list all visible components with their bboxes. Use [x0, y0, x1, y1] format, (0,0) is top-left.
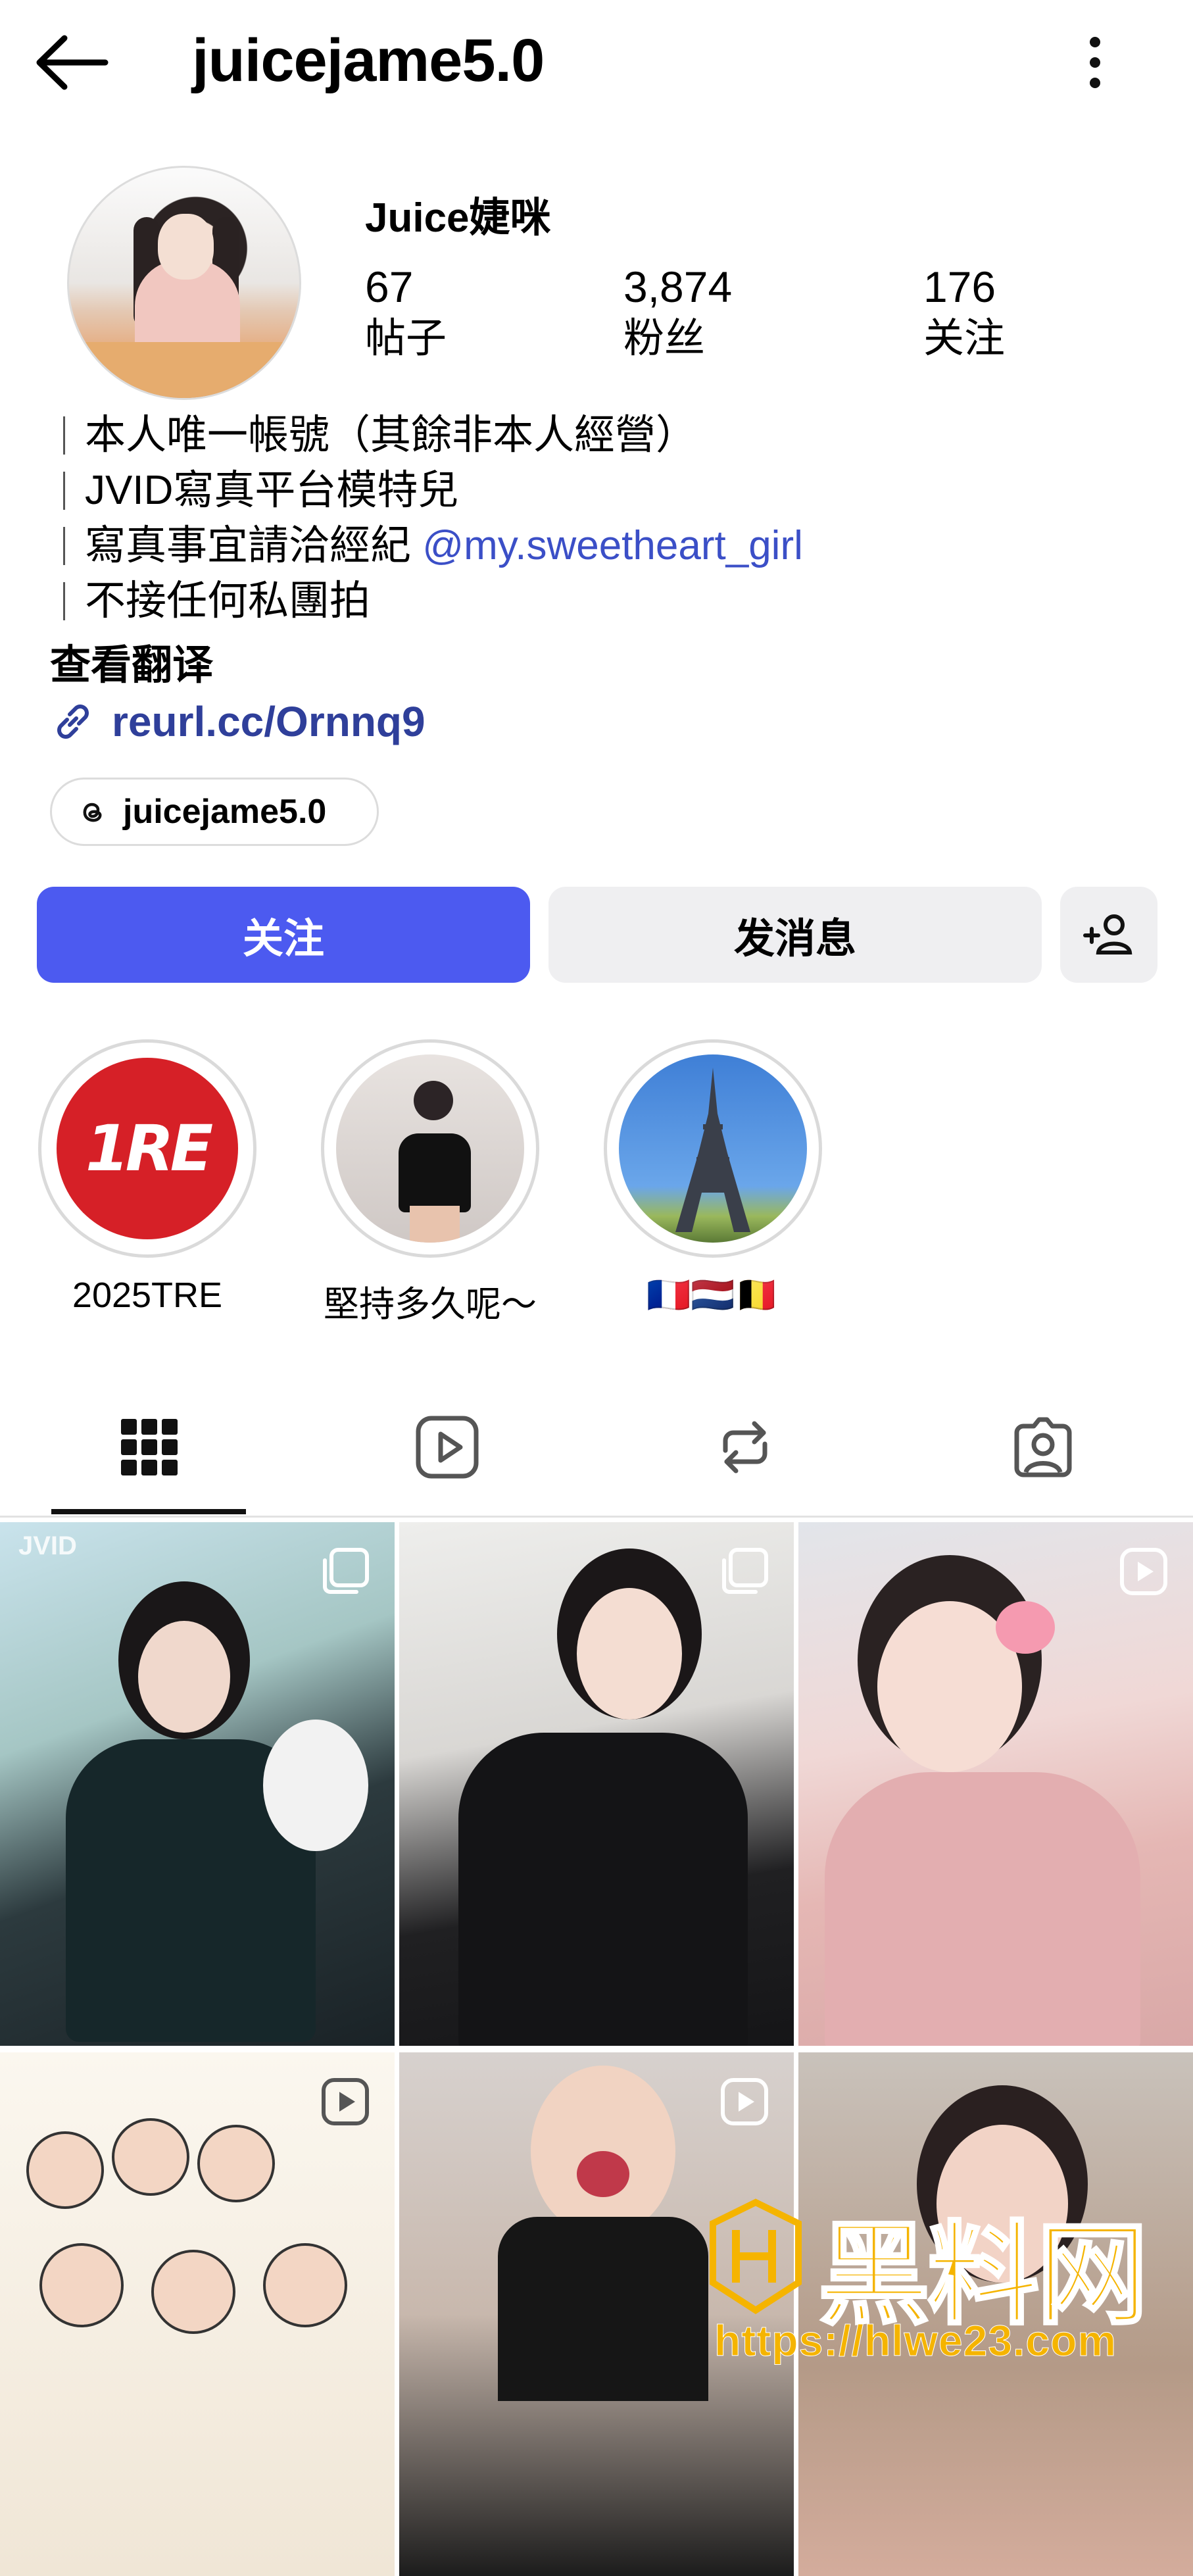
- carousel-icon: [323, 1548, 369, 1594]
- grid-post[interactable]: [0, 2052, 395, 2576]
- suggest-users-button[interactable]: [1060, 887, 1157, 983]
- highlight-2025tre[interactable]: 1RE 2025TRE: [36, 1039, 259, 1316]
- follow-button[interactable]: 关注: [37, 887, 530, 983]
- reels-icon: [416, 1416, 478, 1479]
- tre-logo-text: 1RE: [85, 1112, 213, 1185]
- bio-divider: [63, 582, 65, 620]
- reel-icon: [322, 2078, 369, 2125]
- reel-icon: [1120, 1548, 1167, 1595]
- tab-tagged[interactable]: [894, 1381, 1192, 1513]
- profile-bio: 本人唯一帳號（其餘非本人經營） JVID寫真平台模特兒 寫真事宜請洽經紀 @my…: [63, 408, 803, 629]
- grid-post[interactable]: JVID: [0, 1522, 395, 2046]
- bio-mention-link[interactable]: @my.sweetheart_girl: [422, 518, 803, 574]
- highlight-persistence[interactable]: 堅持多久呢～: [318, 1039, 542, 1327]
- following-label: 关注: [923, 315, 1006, 361]
- posts-label: 帖子: [365, 315, 447, 361]
- bio-divider: [63, 416, 65, 455]
- highlight-label: 🇫🇷🇳🇱🇧🇪: [646, 1276, 779, 1315]
- grid-icon: [120, 1419, 178, 1475]
- highlight-cover: [336, 1054, 524, 1243]
- bio-line: 本人唯一帳號（其餘非本人經營）: [63, 408, 803, 463]
- watermark-logo-icon: [710, 2198, 802, 2314]
- threads-badge[interactable]: juicejame5.0: [50, 778, 379, 846]
- bio-divider: [63, 527, 65, 565]
- tab-posts[interactable]: [0, 1381, 298, 1513]
- bio-line: 不接任何私團拍: [63, 574, 803, 629]
- stat-followers[interactable]: 3,874 粉丝: [623, 263, 732, 366]
- profile-tabs: [0, 1381, 1193, 1518]
- link-icon: [57, 705, 89, 739]
- jvid-watermark: JVID: [18, 1531, 77, 1560]
- profile-username: juicejame5.0: [192, 27, 545, 94]
- bio-line: 寫真事宜請洽經紀 @my.sweetheart_girl: [63, 518, 803, 574]
- back-arrow-icon[interactable]: [33, 33, 112, 92]
- threads-handle: juicejame5.0: [123, 793, 327, 831]
- highlight-ring: [321, 1039, 539, 1258]
- active-tab-indicator: [51, 1509, 246, 1514]
- followers-count: 3,874: [623, 262, 733, 311]
- see-translation-link[interactable]: 查看翻译: [50, 632, 213, 691]
- stat-following[interactable]: 176 关注: [923, 263, 1005, 366]
- highlight-cover: [619, 1054, 807, 1243]
- tab-reposts[interactable]: [596, 1381, 894, 1513]
- highlight-ring: 1RE: [38, 1039, 256, 1258]
- highlight-label: 2025TRE: [72, 1276, 223, 1315]
- posts-count: 67: [365, 262, 414, 311]
- highlight-travel[interactable]: 🇫🇷🇳🇱🇧🇪: [601, 1039, 825, 1316]
- repost-icon: [723, 1421, 767, 1474]
- add-person-icon: [1083, 914, 1132, 954]
- profile-link-text[interactable]: reurl.cc/Ornnq9: [112, 697, 426, 746]
- stat-posts[interactable]: 67 帖子: [365, 263, 447, 366]
- bio-text: 寫真事宜請洽經紀: [85, 523, 423, 568]
- profile-link[interactable]: reurl.cc/Ornnq9: [50, 697, 426, 746]
- tagged-icon: [1014, 1417, 1071, 1477]
- bio-text: 不接任何私團拍: [85, 578, 371, 624]
- more-options-icon[interactable]: [1065, 33, 1125, 92]
- threads-icon: [83, 803, 102, 822]
- message-button[interactable]: 发消息: [548, 887, 1042, 983]
- carousel-icon: [722, 1548, 768, 1594]
- tab-reels[interactable]: [298, 1381, 596, 1513]
- bio-text: JVID寫真平台模特兒: [85, 468, 459, 513]
- highlight-ring: [604, 1039, 822, 1258]
- reel-icon: [721, 2078, 768, 2125]
- profile-avatar[interactable]: [67, 166, 301, 400]
- display-name: Juice婕咪: [365, 195, 551, 241]
- bio-divider: [63, 472, 65, 510]
- grid-post[interactable]: [399, 1522, 794, 2046]
- highlight-label: 堅持多久呢～: [324, 1285, 537, 1324]
- grid-post[interactable]: [798, 1522, 1193, 2046]
- eiffel-tower-image: [675, 1068, 750, 1232]
- bio-text: 本人唯一帳號（其餘非本人經營）: [85, 412, 697, 458]
- watermark-url: https://hlwe23.com: [714, 2316, 1117, 2365]
- bio-line: JVID寫真平台模特兒: [63, 463, 803, 518]
- highlight-cover: 1RE: [53, 1054, 241, 1243]
- followers-label: 粉丝: [623, 315, 706, 361]
- following-count: 176: [923, 262, 996, 311]
